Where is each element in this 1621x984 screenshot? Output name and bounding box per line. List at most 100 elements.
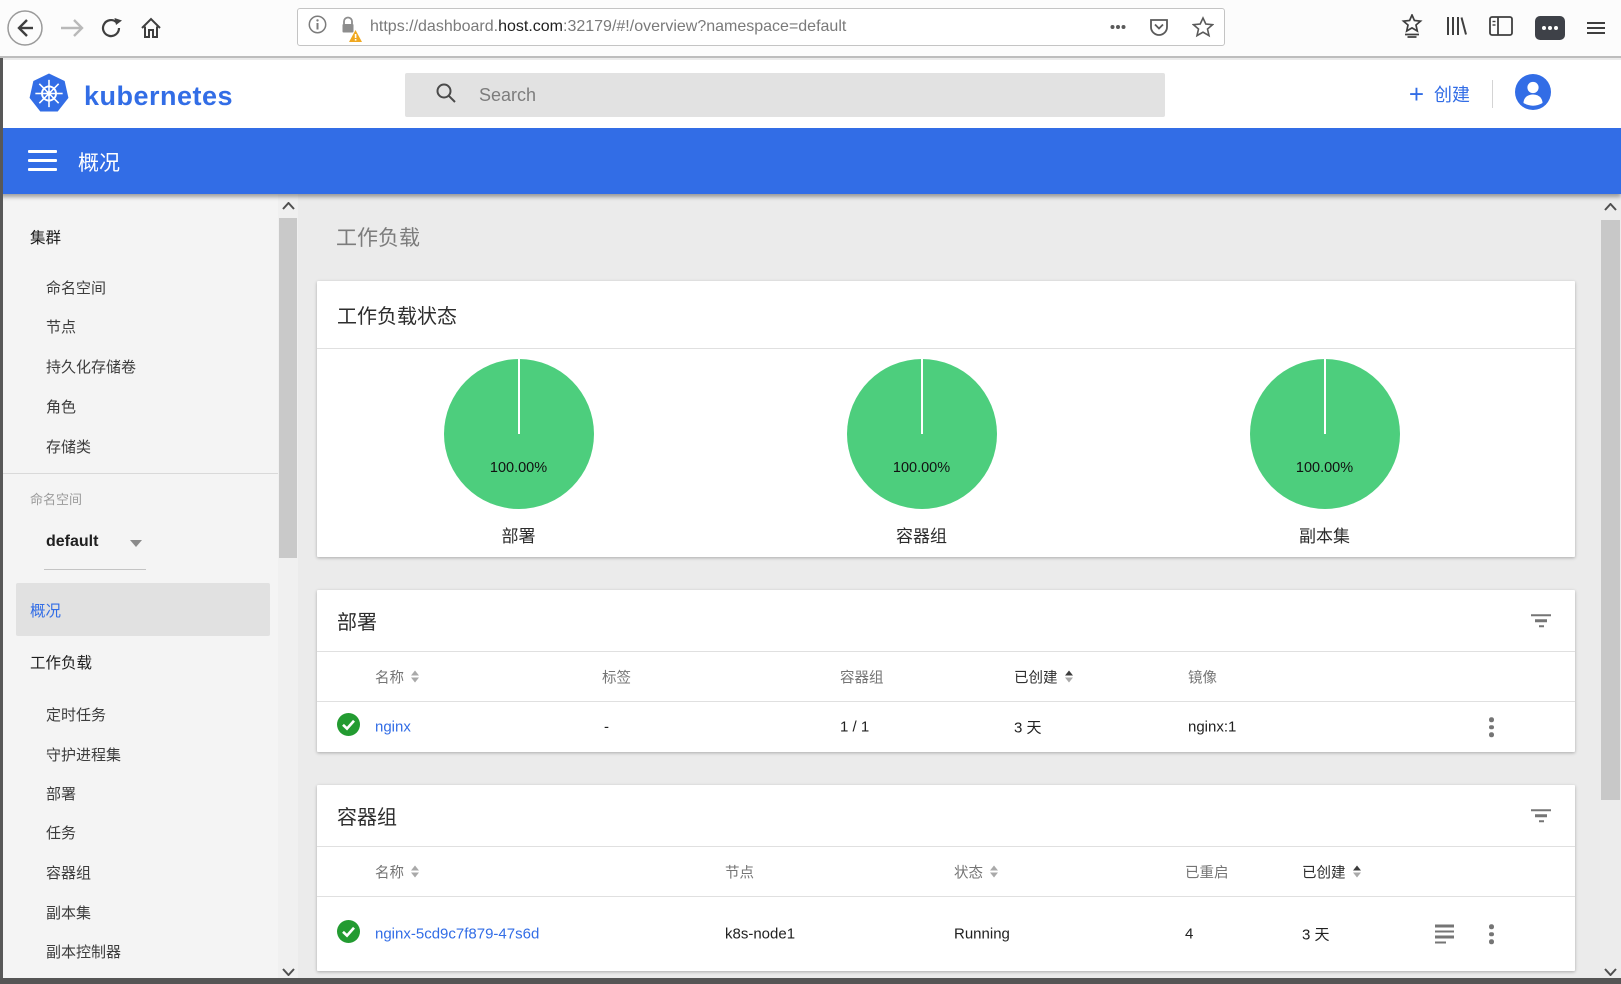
sidebar-item-pods[interactable]: 容器组 bbox=[46, 863, 91, 885]
menu-icon[interactable] bbox=[1587, 19, 1605, 37]
column-header-images[interactable]: 镜像 bbox=[1188, 666, 1217, 687]
main-scrollbar-thumb[interactable] bbox=[1601, 220, 1620, 800]
column-header-pods[interactable]: 容器组 bbox=[840, 666, 884, 687]
sidebar-item-deployments[interactable]: 部署 bbox=[46, 784, 76, 806]
pod-restarts: 4 bbox=[1185, 925, 1194, 943]
sidebar-item-nodes[interactable]: 节点 bbox=[46, 317, 76, 339]
sidebar-item-jobs[interactable]: 任务 bbox=[46, 823, 76, 845]
sidebar-nav: 集群 命名空间 节点 持久化存储卷 角色 存储类 命名空间 default 概况… bbox=[0, 194, 278, 984]
main-scrollbar[interactable] bbox=[1600, 194, 1621, 984]
page-actions-icon[interactable] bbox=[1110, 24, 1126, 30]
pods-pie-chart: 100.00% 容器组 bbox=[720, 349, 1123, 556]
toolbar-title: 概况 bbox=[78, 152, 120, 175]
pod-table-row: nginx-5cd9c7f879-47s6d k8s-node1 Running… bbox=[317, 897, 1575, 971]
search-box[interactable] bbox=[405, 73, 1165, 117]
sidebar-item-cron-jobs[interactable]: 定时任务 bbox=[46, 705, 106, 727]
pie-percent-label: 100.00% bbox=[1295, 460, 1354, 476]
sidebar-header-cluster[interactable]: 集群 bbox=[30, 228, 61, 250]
logs-icon[interactable] bbox=[1435, 922, 1454, 947]
header-actions: + 创建 bbox=[1409, 60, 1551, 128]
sidebar-item-roles[interactable]: 角色 bbox=[46, 397, 76, 419]
sort-icon-active bbox=[1352, 865, 1361, 878]
deployments-card-title: 部署 bbox=[337, 612, 377, 634]
page-info-icon[interactable] bbox=[308, 15, 327, 39]
nav-drawer-icon[interactable] bbox=[28, 150, 57, 177]
workload-status-card: 工作负载状态 100.00% 部署 100.00% 容器组 100.00% 副本… bbox=[317, 281, 1575, 557]
url-text: https://dashboard.host.com:32179/#!/over… bbox=[370, 18, 847, 35]
deployments-pie-chart: 100.00% 部署 bbox=[317, 349, 720, 556]
scroll-up-icon[interactable] bbox=[278, 196, 298, 216]
sidebar-item-replica-sets[interactable]: 副本集 bbox=[46, 903, 91, 925]
deployment-labels: - bbox=[604, 718, 609, 736]
account-button[interactable] bbox=[1515, 73, 1551, 115]
pie-deployments: 100.00% bbox=[443, 359, 594, 509]
save-bookmark-icon[interactable] bbox=[1401, 12, 1423, 43]
deployments-table-header: 名称 标签 容器组 已创建 镜像 bbox=[317, 652, 1575, 702]
namespace-selector[interactable]: default bbox=[46, 530, 98, 554]
sidebar-item-persistent-volumes[interactable]: 持久化存储卷 bbox=[46, 357, 136, 379]
column-header-node[interactable]: 节点 bbox=[725, 861, 754, 882]
column-header-created[interactable]: 已创建 bbox=[1302, 861, 1361, 882]
screenshot-extension-icon[interactable] bbox=[1535, 16, 1565, 40]
search-input[interactable] bbox=[479, 84, 1079, 106]
scroll-up-icon[interactable] bbox=[1600, 197, 1621, 217]
library-icon[interactable] bbox=[1445, 15, 1467, 42]
back-button[interactable] bbox=[6, 9, 44, 47]
home-button[interactable] bbox=[139, 16, 163, 40]
pie-chart-label: 副本集 bbox=[1299, 527, 1350, 546]
sidebar-scrollbar[interactable] bbox=[278, 194, 298, 984]
row-menu-icon[interactable] bbox=[1483, 919, 1500, 949]
plus-icon: + bbox=[1408, 79, 1424, 109]
mixed-content-lock-icon[interactable] bbox=[338, 15, 362, 42]
column-header-restarts[interactable]: 已重启 bbox=[1185, 861, 1229, 882]
pod-status: Running bbox=[954, 925, 1010, 943]
forward-button[interactable] bbox=[59, 17, 85, 39]
pod-name-link[interactable]: nginx-5cd9c7f879-47s6d bbox=[375, 926, 539, 943]
row-menu-icon[interactable] bbox=[1483, 712, 1500, 742]
sort-icon-active bbox=[1064, 670, 1073, 683]
sidebar-item-overview-selected[interactable]: 概况 bbox=[16, 583, 270, 636]
filter-icon[interactable] bbox=[1527, 802, 1555, 830]
sort-icon bbox=[411, 865, 419, 878]
namespace-label: 命名空间 bbox=[30, 492, 83, 507]
window-edge-bottom bbox=[0, 978, 1621, 984]
sort-icon bbox=[411, 670, 419, 683]
create-button[interactable]: + 创建 bbox=[1409, 81, 1470, 107]
kubernetes-brand[interactable]: kubernetes bbox=[28, 73, 233, 119]
sidebar-scrollbar-thumb[interactable] bbox=[279, 218, 297, 558]
column-header-status[interactable]: 状态 bbox=[954, 861, 998, 882]
bookmark-star-icon[interactable] bbox=[1192, 16, 1214, 38]
header-divider bbox=[1492, 80, 1493, 108]
replica-sets-pie-chart: 100.00% 副本集 bbox=[1123, 349, 1526, 556]
page-title: 工作负载 bbox=[336, 227, 420, 250]
column-header-name[interactable]: 名称 bbox=[375, 666, 419, 687]
sidebar-item-daemon-sets[interactable]: 守护进程集 bbox=[46, 745, 121, 767]
column-header-labels[interactable]: 标签 bbox=[602, 666, 631, 687]
sidebar-item-replication-controllers[interactable]: 副本控制器 bbox=[46, 942, 121, 964]
browser-chrome: https://dashboard.host.com:32179/#!/over… bbox=[0, 0, 1621, 58]
toolbar-icons bbox=[1401, 0, 1605, 56]
filter-icon[interactable] bbox=[1527, 607, 1555, 635]
app-header: kubernetes + 创建 bbox=[0, 60, 1621, 128]
deployments-card: 部署 名称 标签 容器组 已创建 镜像 nginx - 1 / 1 3 天 ng… bbox=[317, 590, 1575, 752]
refresh-button[interactable] bbox=[100, 16, 124, 40]
sidebar-toggle-icon[interactable] bbox=[1489, 15, 1513, 41]
sidebar-header-workloads[interactable]: 工作负载 bbox=[30, 653, 92, 675]
deployment-name-link[interactable]: nginx bbox=[375, 719, 411, 736]
status-ok-icon bbox=[337, 920, 360, 948]
sidebar-item-namespaces[interactable]: 命名空间 bbox=[46, 278, 106, 300]
pie-percent-label: 100.00% bbox=[489, 460, 548, 476]
deployment-table-row: nginx - 1 / 1 3 天 nginx:1 bbox=[317, 702, 1575, 752]
pocket-shield-icon[interactable] bbox=[1148, 16, 1170, 38]
column-header-name[interactable]: 名称 bbox=[375, 861, 419, 882]
window-edge-left bbox=[0, 58, 3, 984]
column-header-created[interactable]: 已创建 bbox=[1014, 666, 1073, 687]
nav-buttons bbox=[6, 0, 163, 56]
pods-card-title: 容器组 bbox=[337, 807, 397, 829]
sidebar-item-storage-classes[interactable]: 存储类 bbox=[46, 437, 91, 459]
workload-status-title: 工作负载状态 bbox=[337, 306, 457, 328]
pie-chart-label: 部署 bbox=[501, 527, 536, 546]
url-bar[interactable]: https://dashboard.host.com:32179/#!/over… bbox=[297, 8, 1225, 46]
workload-status-charts: 100.00% 部署 100.00% 容器组 100.00% 副本集 bbox=[317, 349, 1575, 556]
pods-table-header: 名称 节点 状态 已重启 已创建 bbox=[317, 847, 1575, 897]
